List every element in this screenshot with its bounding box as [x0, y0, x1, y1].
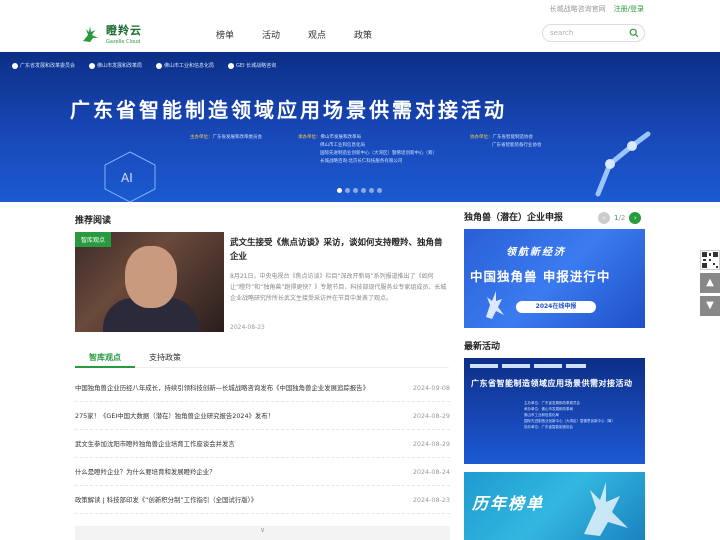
tab-think-tank[interactable]: 智库观点 — [75, 346, 135, 368]
prev-arrow-icon[interactable]: ‹ — [598, 212, 610, 224]
carousel-dots — [337, 188, 382, 193]
robot-arm-illustration — [595, 131, 651, 197]
unicorn-pager: ‹ 1/2 › — [598, 212, 642, 224]
unicorn-apply-banner[interactable]: 领航新经济 中国独角兽 申报进行中 2024在线申报 — [464, 229, 645, 328]
qr-code[interactable] — [700, 250, 720, 270]
ai-chip-illustration: AI — [104, 151, 156, 202]
list-item[interactable]: 中国独角兽企业历经八年成长，持续引领科技创新—长城战略咨询发布《中国独角兽企业发… — [75, 374, 450, 402]
hero-banner[interactable]: 广东省发展和改革委员会 佛山市发展和改革局 佛山市工业和信息化局 GEI 长城战… — [0, 52, 720, 202]
svg-text:AI: AI — [121, 171, 133, 185]
banner-org: 广东省发展和改革委员会 — [12, 62, 75, 69]
unicorn-banner-line1: 领航新经济 — [506, 247, 566, 258]
carousel-dot[interactable] — [361, 188, 366, 193]
list-item[interactable]: 什么是瞪羚企业？为什么要培育和发展瞪羚企业？ 2024-08-24 — [75, 458, 450, 486]
featured-headline[interactable]: 武文生接受《焦点访谈》采访，谈如何支持瞪羚、独角兽企业 — [230, 236, 448, 264]
qr-code-icon — [702, 252, 718, 268]
events-section-title: 最新活动 — [464, 342, 501, 352]
recommend-title: 推荐阅读 — [75, 216, 112, 226]
event-card-title: 广东省智能制造领域应用场景供需对接活动 — [471, 379, 633, 388]
header: 瞪羚云 Gazelle Cloud 榜单 活动 观点 政策 search — [0, 18, 720, 52]
banner-org: 佛山市工业和信息化局 — [156, 62, 214, 69]
banner-org: 佛山市发展和改革局 — [89, 62, 142, 69]
official-site-link[interactable]: 长城战略咨询官网 — [550, 4, 606, 14]
gazelle-illustration — [584, 482, 628, 536]
search-icon[interactable] — [629, 28, 639, 38]
carousel-dot[interactable] — [345, 188, 350, 193]
featured-description: 8月21日，中央电视台《焦点访谈》栏目“深改开新局”系列报道推出了《如何让“瞪羚… — [230, 273, 447, 302]
double-chevron-down-icon: ∨ — [259, 526, 266, 534]
event-card-title: 历年榜单 — [472, 494, 545, 513]
featured-date: 2024-08-23 — [230, 324, 265, 331]
pager-count: 1/2 — [614, 214, 626, 222]
tab-policy[interactable]: 支持政策 — [135, 346, 195, 368]
banner-org: GEI 长城战略咨询 — [228, 62, 276, 69]
unicorn-banner-line2: 中国独角兽 申报进行中 — [470, 269, 611, 284]
event-card-smart-manufacturing[interactable]: 广东省智能制造领域应用场景供需对接活动 主办单位：广东省发展和改革委员会 承办单… — [464, 358, 645, 464]
banner-info-organizer: 承办单位：佛山市发展和改革局 佛山市工业和信息化局 国际先进制造业创新中心（大湾… — [298, 135, 437, 164]
list-item[interactable]: 政策解读 | 科技部印发《“创新积分制”工作指引（全国试行版）》 2024-08-… — [75, 486, 450, 514]
arrow-down-icon: ▼ — [706, 300, 714, 311]
nav-item-rankings[interactable]: 榜单 — [216, 28, 234, 41]
nav-item-policy[interactable]: 政策 — [354, 28, 372, 41]
login-link[interactable]: 注册/登录 — [614, 4, 644, 14]
list-item[interactable]: 275家！《GEI中国大数据（潜在）独角兽企业研究报告2024》发布！ 2024-… — [75, 402, 450, 430]
featured-tag: 智库观点 — [75, 232, 112, 247]
news-list: 中国独角兽企业历经八年成长，持续引领科技创新—长城战略咨询发布《中国独角兽企业发… — [75, 374, 450, 514]
scroll-bottom-button[interactable]: ▼ — [700, 296, 720, 316]
logo[interactable]: 瞪羚云 Gazelle Cloud — [80, 22, 142, 45]
news-tabs: 智库观点 支持政策 — [75, 346, 449, 368]
featured-image[interactable]: 智库观点 — [75, 232, 224, 332]
banner-title: 广东省智能制造领域应用场景供需对接活动 — [70, 98, 507, 122]
topbar: 长城战略咨询官网 注册/登录 — [0, 0, 720, 18]
main-nav: 榜单 活动 观点 政策 — [216, 28, 372, 41]
event-card-details: 主办单位：广东省发展和改革委员会 承办单位：佛山市发展和改革局 佛山市工业和信息… — [524, 401, 615, 429]
nav-item-views[interactable]: 观点 — [308, 28, 326, 41]
search-placeholder: search — [550, 29, 574, 37]
next-arrow-icon[interactable]: › — [629, 212, 642, 224]
banner-info-host: 主办单位：广东省发展和改革委员会 — [190, 135, 262, 140]
apply-online-button[interactable]: 2024在线申报 — [516, 301, 596, 313]
carousel-dot[interactable] — [353, 188, 358, 193]
list-item[interactable]: 武文生参加沈阳市瞪羚独角兽企业培育工作座谈会并发言 2024-08-29 — [75, 430, 450, 458]
logo-name: 瞪羚云 — [106, 24, 142, 37]
banner-orgs: 广东省发展和改革委员会 佛山市发展和改革局 佛山市工业和信息化局 GEI 长城战… — [12, 62, 276, 69]
carousel-dot[interactable] — [337, 188, 342, 193]
search-input[interactable]: search — [542, 24, 645, 42]
logo-subtitle: Gazelle Cloud — [106, 39, 141, 45]
arrow-up-icon: ▲ — [706, 277, 714, 288]
unicorn-section-title: 独角兽（潜在）企业申报 — [464, 213, 564, 223]
nav-item-events[interactable]: 活动 — [262, 28, 280, 41]
scroll-top-button[interactable]: ▲ — [700, 273, 720, 293]
unicorn-icon — [486, 291, 504, 319]
carousel-dot[interactable] — [369, 188, 374, 193]
load-more-button[interactable]: ∨ — [75, 526, 450, 540]
event-card-rankings[interactable]: 历年榜单 — [464, 472, 645, 540]
banner-info-coorganizer: 协办单位：广东省智能制造协会 广东省智能装备行业协会 — [470, 135, 542, 148]
gazelle-logo-icon — [83, 25, 98, 42]
carousel-dot[interactable] — [377, 188, 382, 193]
